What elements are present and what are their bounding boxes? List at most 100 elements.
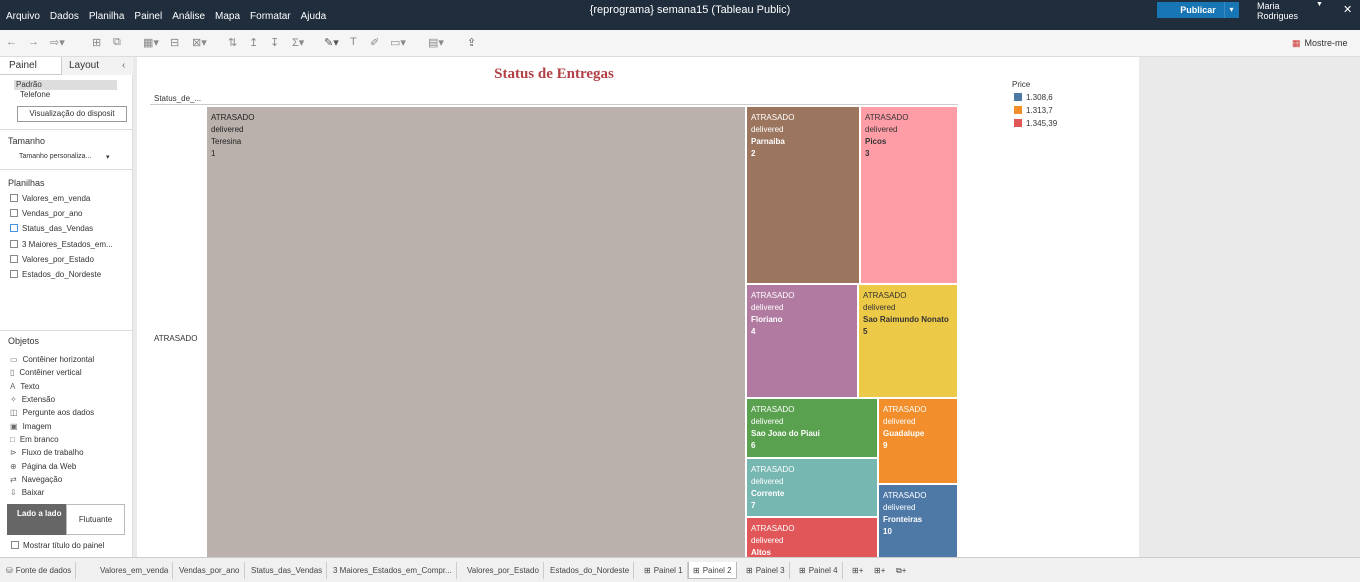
device-telefone[interactable]: Telefone (20, 90, 50, 99)
totals-icon[interactable]: Σ▾ (292, 36, 304, 49)
tab-data-source[interactable]: ⛁ Fonte de dados (2, 562, 77, 579)
collapse-chevron-icon[interactable]: ‹ (122, 60, 125, 71)
object-item[interactable]: ✧ Extensão (10, 395, 55, 404)
legend-swatch (1014, 93, 1022, 101)
tile-rank-label: 1 (211, 149, 216, 158)
new-story-tab-icon[interactable]: ⧉+ (892, 562, 910, 579)
tab-sheet[interactable]: Estados_do_Nordeste (546, 562, 635, 579)
fit-icon[interactable]: ▭▾ (390, 36, 406, 49)
user-dropdown-icon[interactable]: ▼ (1316, 1, 1323, 8)
close-icon[interactable]: ✕ (1343, 3, 1352, 16)
user-first-name: Maria (1257, 1, 1280, 11)
tab-painel[interactable]: Painel (9, 60, 37, 71)
tile-rank-label: 2 (751, 149, 756, 158)
sheet-item-label: 3 Maiores_Estados_em... (22, 240, 113, 249)
new-sheet-icon[interactable]: ⊞ (92, 36, 101, 49)
show-me-button[interactable]: ▦ Mostre-me (1292, 38, 1348, 49)
treemap-tile[interactable]: ATRASADOdeliveredAltos8 (746, 517, 878, 558)
object-item[interactable]: ▭ Contêiner horizontal (10, 355, 94, 364)
sheet-item[interactable]: Status_das_Vendas (10, 224, 93, 233)
legend-item[interactable]: 1.345,39 (1014, 118, 1057, 128)
treemap-tile[interactable]: ATRASADO delivered Parnaiba 2 (746, 106, 860, 284)
device-padrao[interactable]: Padrão (16, 80, 42, 89)
sheet-item-label: Valores_por_Estado (22, 255, 94, 264)
object-item[interactable]: ⇩ Baixar (10, 488, 44, 497)
tab-sheet[interactable]: Valores_por_Estado (463, 562, 544, 579)
tab-dashboard-active[interactable]: ⊞ Painel 2 (688, 562, 737, 579)
tab-layout[interactable]: Layout (69, 60, 99, 71)
treemap-tile[interactable]: ATRASADO delivered Corrente 7 (746, 458, 878, 517)
legend-item[interactable]: 1.313,7 (1014, 105, 1053, 115)
presentation-icon[interactable]: ▤▾ (428, 36, 444, 49)
tile-rank-label: 5 (863, 327, 868, 336)
tile-city-label: Picos (865, 137, 887, 146)
treemap-tile[interactable]: ATRASADO delivered Teresina 1 (206, 106, 746, 558)
sheet-item[interactable]: Valores_por_Estado (10, 255, 94, 264)
label-icon[interactable]: T (350, 36, 357, 48)
tab-dashboard[interactable]: ⊞ Painel 4 (795, 562, 843, 579)
sheet-item[interactable]: Vendas_por_ano (10, 209, 83, 218)
navigation-icon: ⇄ (10, 475, 17, 484)
download-icon: ⇩ (10, 488, 17, 497)
share-icon[interactable]: ⇪ (467, 36, 476, 49)
treemap-tile[interactable]: ATRASADO delivered Guadalupe 9 (878, 398, 958, 484)
swap-icon[interactable]: ⇅ (228, 36, 237, 49)
dashboard-icon: ⊞ (799, 566, 806, 575)
duplicate-icon[interactable]: ⧉ (113, 36, 121, 49)
sort-asc-icon[interactable]: ↥ (249, 36, 258, 49)
sort-desc-icon[interactable]: ↧ (270, 36, 279, 49)
object-item[interactable]: ▣ Imagem (10, 422, 51, 431)
clear-sheet-icon[interactable]: ⊠▾ (192, 36, 207, 49)
tab-dashboard[interactable]: ⊞ Painel 3 (742, 562, 790, 579)
user-name[interactable]: Maria Rodrigues (1257, 1, 1298, 21)
treemap-tile[interactable]: ATRASADO delivered Sao Raimundo Nonato 5 (858, 284, 958, 398)
treemap-tile[interactable]: ATRASADO delivered Floriano 4 (746, 284, 858, 398)
forward-icon[interactable]: → (28, 36, 39, 48)
tile-status-label: ATRASADO (751, 291, 795, 300)
chevron-down-icon[interactable]: ▾ (106, 153, 110, 161)
treemap-tile[interactable]: ATRASADO delivered Fronteiras 10 (878, 484, 958, 558)
size-dropdown[interactable]: Tamanho personaliza... (19, 153, 91, 160)
tiled-toggle[interactable]: Lado a lado (7, 504, 66, 535)
dashboard-icon: ⊞ (644, 566, 651, 575)
object-item[interactable]: A Texto (10, 382, 39, 391)
tile-status-label: ATRASADO (751, 524, 795, 533)
tile-city-label: Sao Raimundo Nonato (863, 315, 949, 324)
new-datasource-icon[interactable]: ▦▾ (143, 36, 159, 49)
tab-dashboard[interactable]: ⊞ Painel 1 (640, 562, 688, 579)
new-sheet-tab-icon[interactable]: ⊞+ (848, 562, 867, 579)
object-item[interactable]: ◫ Pergunte aos dados (10, 408, 94, 417)
treemap-tile[interactable]: ATRASADO delivered Picos 3 (860, 106, 958, 284)
tile-status-label: ATRASADO (863, 291, 907, 300)
object-item[interactable]: ⊳ Fluxo de trabalho (10, 448, 84, 457)
image-icon: ▣ (10, 422, 18, 431)
object-item[interactable]: ⊕ Página da Web (10, 462, 76, 471)
publish-dropdown-icon[interactable]: ▾ (1224, 2, 1238, 18)
show-title-option[interactable]: Mostrar título do painel (11, 541, 104, 550)
tile-order-status-label: delivered (211, 125, 244, 134)
new-dashboard-tab-icon[interactable]: ⊞+ (870, 562, 889, 579)
column-header[interactable]: Status_de_... (154, 94, 201, 103)
object-item[interactable]: ▯ Contêiner vertical (10, 368, 82, 377)
row-label: ATRASADO (154, 334, 198, 343)
device-preview-button[interactable]: Visualização do disposit (17, 106, 127, 122)
back-icon[interactable]: ← (6, 36, 17, 48)
sheet-item[interactable]: Estados_do_Nordeste (10, 270, 101, 279)
sheet-item[interactable]: 3 Maiores_Estados_em... (10, 240, 113, 249)
object-item[interactable]: ⇄ Navegação (10, 475, 62, 484)
tile-status-label: ATRASADO (865, 113, 909, 122)
redo-icon[interactable]: ⇨▾ (50, 36, 65, 49)
highlight-icon[interactable]: ✎▾ (324, 36, 339, 49)
tab-sheet[interactable]: Status_das_Vendas (247, 562, 328, 579)
connect-icon[interactable]: ⊟ (170, 36, 179, 49)
tab-sheet[interactable]: 3 Maiores_Estados_em_Compr... (329, 562, 457, 579)
sheet-item[interactable]: Valores_em_venda (10, 194, 90, 203)
annotate-icon[interactable]: ✐ (370, 36, 379, 49)
floating-toggle[interactable]: Flutuante (66, 504, 125, 535)
tab-sheet[interactable]: Vendas_por_ano (175, 562, 245, 579)
treemap-tile[interactable]: ATRASADO delivered Sao Joao do Piaui 6 (746, 398, 878, 458)
show-title-checkbox[interactable] (11, 541, 19, 549)
legend-item[interactable]: 1.308,6 (1014, 92, 1053, 102)
object-item[interactable]: □ Em branco (10, 435, 59, 444)
tab-sheet[interactable]: Valores_em_venda (96, 562, 174, 579)
